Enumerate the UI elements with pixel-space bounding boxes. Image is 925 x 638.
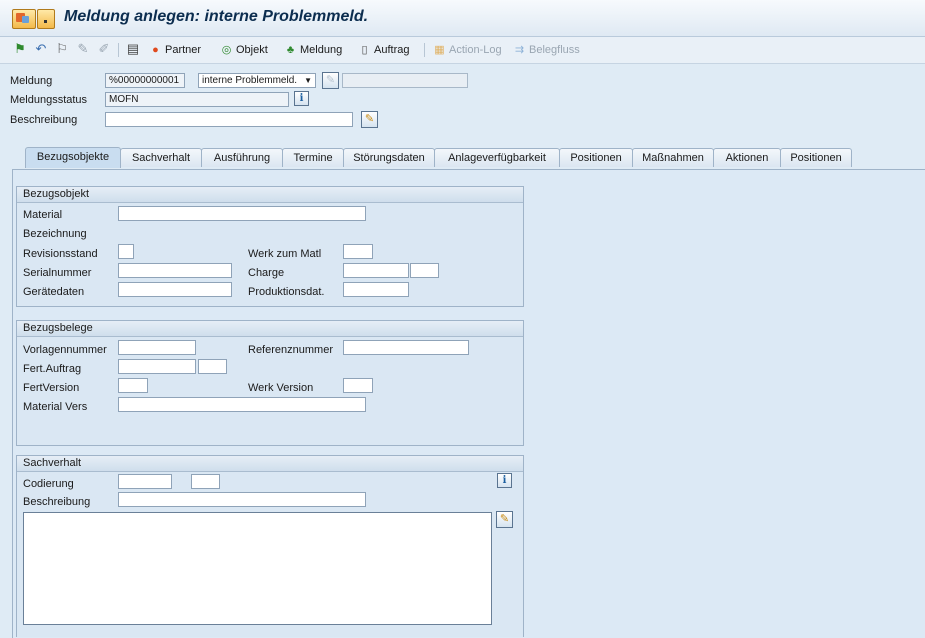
page-title: Meldung anlegen: interne Problemmeld. [64, 8, 369, 25]
material-input[interactable] [118, 206, 366, 221]
action-log-button: ▦ Action-Log [432, 42, 502, 58]
application-toolbar: ⚑ ↶ ⚐ ✎ ✐ ▤ ● Partner ◎ Objekt ♣ Meldung ▯ A… [0, 37, 925, 64]
meldungsstatus-label: Meldungsstatus [10, 94, 88, 106]
object-icon: ◎ [221, 44, 232, 56]
tab-anlageverfuegbarkeit[interactable]: Anlageverfügbarkeit [434, 148, 560, 167]
tab-stoerungsdaten[interactable]: Störungsdaten [343, 148, 435, 167]
hierarchy-icon: ♣ [286, 44, 295, 56]
undo-icon[interactable]: ↶ [34, 42, 48, 56]
log-icon: ▦ [434, 44, 445, 56]
beschreibung-field[interactable] [105, 112, 353, 127]
system-menu-icon[interactable] [37, 9, 55, 29]
checkered-flag-icon[interactable]: ⚐ [55, 42, 69, 56]
edit-pencil-icon: ✎ [322, 72, 339, 89]
flag-icon[interactable]: ⚑ [13, 42, 27, 56]
tab-strip: Bezugsobjekte Sachverhalt Ausführung Ter… [12, 147, 912, 170]
toolbar-separator [118, 43, 119, 57]
fert-auftrag-input[interactable] [118, 359, 196, 374]
bezugsbelege-group-title: Bezugsbelege [17, 321, 523, 337]
meldungsart-dropdown[interactable]: interne Problemmeld. ▼ [198, 73, 316, 88]
tab-sachverhalt[interactable]: Sachverhalt [120, 148, 202, 167]
document-flow-icon: ⇉ [514, 44, 525, 56]
meldung-button[interactable]: ♣ Meldung [283, 42, 342, 58]
fert-auftrag-label: Fert.Auftrag [23, 363, 82, 375]
material-label: Material [23, 209, 63, 221]
document-icon[interactable]: ▤ [126, 42, 140, 56]
werk-version-label: Werk Version [248, 382, 314, 394]
material-vers-label: Material Vers [23, 401, 88, 413]
werk-zum-matl-input[interactable] [343, 244, 373, 259]
meldung-number-field[interactable]: %00000000001 [105, 73, 185, 88]
page-icon: ▯ [361, 44, 368, 56]
auftrag-button[interactable]: ▯ Auftrag [357, 42, 409, 58]
tab-massnahmen[interactable]: Maßnahmen [632, 148, 714, 167]
codierung-group-input[interactable] [118, 474, 172, 489]
belegfluss-label: Belegfluss [529, 44, 580, 56]
fert-version-label: FertVersion [23, 382, 80, 394]
revisionsstand-input[interactable] [118, 244, 134, 259]
toolbar-separator [424, 43, 425, 57]
werk-version-input[interactable] [343, 378, 373, 393]
serialnummer-label: Serialnummer [23, 267, 92, 279]
geraetedaten-label: Gerätedaten [23, 286, 85, 298]
fert-version-input[interactable] [118, 378, 148, 393]
tab-positionen-2[interactable]: Positionen [780, 148, 852, 167]
meldung-label: Meldung [300, 44, 343, 56]
meldungsstatus-field: MOFN [105, 92, 289, 107]
werk-zum-matl-label: Werk zum Matl [248, 248, 322, 260]
transaction-icon[interactable] [12, 9, 36, 29]
auftrag-label: Auftrag [374, 44, 410, 56]
partner-label: Partner [165, 44, 202, 56]
charge-input[interactable] [343, 263, 409, 278]
sachverhalt-beschreibung-label: Beschreibung [23, 496, 91, 508]
long-text-area[interactable] [23, 512, 492, 625]
tab-ausfuehrung[interactable]: Ausführung [201, 148, 283, 167]
geraetedaten-input[interactable] [118, 282, 232, 297]
tab-aktionen[interactable]: Aktionen [713, 148, 781, 167]
long-text-edit-icon[interactable]: ✎ [496, 511, 513, 528]
title-bar: Meldung anlegen: interne Problemmeld. [0, 0, 925, 37]
meldung-label: Meldung [10, 75, 53, 87]
action-log-label: Action-Log [449, 44, 502, 56]
tab-positionen[interactable]: Positionen [559, 148, 633, 167]
charge-extra-input[interactable] [410, 263, 439, 278]
produktionsdat-label: Produktionsdat. [248, 286, 325, 298]
sachverhalt-group-title: Sachverhalt [17, 456, 523, 472]
tab-bezugsobjekte[interactable]: Bezugsobjekte [25, 147, 121, 168]
material-vers-input[interactable] [118, 397, 366, 412]
codierung-label: Codierung [23, 478, 74, 490]
partner-icon: ● [152, 44, 159, 56]
display-change-icon: ✐ [98, 41, 110, 56]
serialnummer-input[interactable] [118, 263, 232, 278]
referenznummer-input[interactable] [343, 340, 469, 355]
charge-label: Charge [248, 267, 285, 279]
meldungsart-value: interne Problemmeld. [202, 75, 298, 86]
belegfluss-button: ⇉ Belegfluss [512, 42, 580, 58]
objekt-button[interactable]: ◎ Objekt [219, 42, 268, 58]
long-text-edit-icon[interactable]: ✎ [361, 111, 378, 128]
beschreibung-label: Beschreibung [10, 114, 78, 126]
vorlagennummer-label: Vorlagennummer [23, 344, 107, 356]
partner-button[interactable]: ● Partner [148, 42, 201, 58]
revisionsstand-label: Revisionsstand [23, 248, 98, 260]
codierung-code-input[interactable] [191, 474, 220, 489]
pencil-icon: ✎ [77, 41, 89, 56]
info-icon[interactable]: i [497, 473, 512, 488]
vorlagennummer-input[interactable] [118, 340, 196, 355]
referenznummer-label: Referenznummer [248, 344, 333, 356]
meldung-text-field [342, 73, 468, 88]
fert-auftrag-pos-input[interactable] [198, 359, 227, 374]
tab-termine[interactable]: Termine [282, 148, 344, 167]
bezeichnung-label: Bezeichnung [23, 228, 87, 240]
objekt-label: Objekt [236, 44, 268, 56]
sachverhalt-beschreibung-input[interactable] [118, 492, 366, 507]
produktionsdat-input[interactable] [343, 282, 409, 297]
bezugsobjekt-group-title: Bezugsobjekt [17, 187, 523, 203]
dropdown-arrow-icon: ▼ [304, 76, 312, 85]
info-icon[interactable]: i [294, 91, 309, 106]
